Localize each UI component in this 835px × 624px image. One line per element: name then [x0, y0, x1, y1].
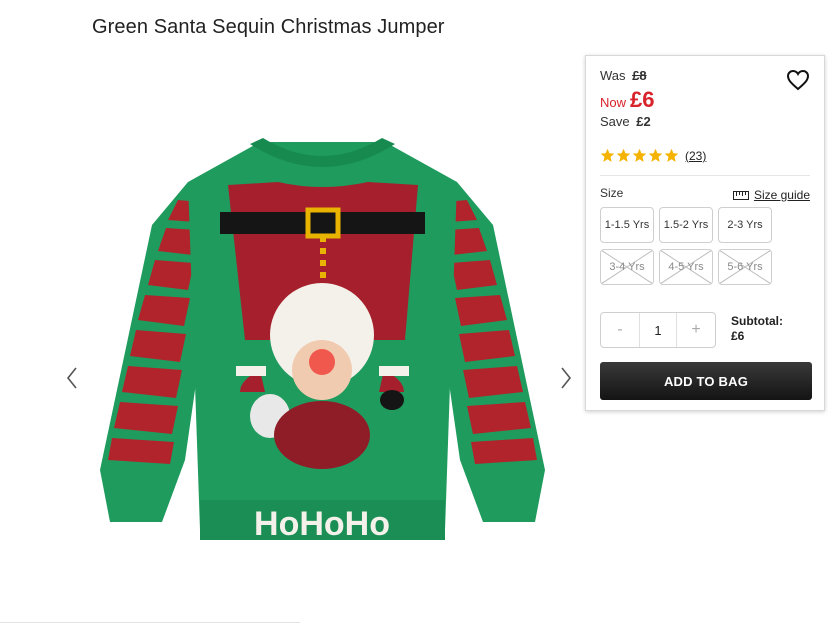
heart-icon — [786, 69, 810, 91]
size-option-label: 5-6 Yrs — [727, 261, 763, 273]
size-option-label: 4-5 Yrs — [668, 261, 704, 273]
now-label: Now — [600, 95, 627, 110]
star-icon — [632, 148, 647, 162]
buy-box: Was £8 Now £6 Save £2 (23) Size Size gui… — [585, 55, 825, 411]
chevron-right-icon — [561, 367, 572, 389]
star-icon — [600, 148, 615, 162]
review-count-link[interactable]: (23) — [685, 149, 706, 163]
santa-belt — [220, 212, 425, 234]
size-option: 5-6 Yrs — [718, 249, 772, 285]
size-option[interactable]: 1-1.5 Yrs — [600, 207, 654, 243]
size-label: Size — [600, 186, 624, 200]
quantity-increase-button[interactable]: + — [677, 313, 715, 347]
hohoho-text: HoHoHo — [254, 505, 390, 543]
gallery-prev-button[interactable] — [62, 364, 82, 392]
subtotal-label: Subtotal: — [731, 314, 783, 328]
was-value: £8 — [632, 68, 647, 83]
sequin-bauble — [274, 401, 370, 469]
subtotal-value: £6 — [731, 329, 745, 343]
gallery-next-button[interactable] — [556, 364, 576, 392]
now-value: £6 — [630, 87, 655, 112]
subtotal: Subtotal: £6 — [731, 314, 783, 344]
quantity-decrease-button[interactable]: - — [601, 313, 639, 347]
star-icon — [616, 148, 631, 162]
quantity-stepper: - 1 + — [600, 312, 716, 348]
product-gallery: HoHoHo — [60, 120, 585, 600]
product-title: Green Santa Sequin Christmas Jumper — [92, 16, 445, 38]
save-amount: Save £2 — [600, 114, 655, 129]
save-value: £2 — [636, 114, 651, 129]
size-option-label: 3-4 Yrs — [609, 261, 645, 273]
size-option[interactable]: 1.5-2 Yrs — [659, 207, 713, 243]
wishlist-button[interactable] — [786, 69, 810, 91]
star-icon — [664, 148, 679, 162]
section-divider — [0, 622, 300, 623]
size-option: 4-5 Yrs — [659, 249, 713, 285]
product-rating: (23) — [600, 148, 706, 163]
size-option: 3-4 Yrs — [600, 249, 654, 285]
now-price: Now £6 — [600, 87, 655, 115]
size-guide-link[interactable]: Size guide — [732, 188, 810, 202]
quantity-input[interactable]: 1 — [639, 313, 677, 347]
rating-stars — [600, 148, 680, 163]
save-label: Save — [600, 114, 630, 129]
ruler-icon — [732, 190, 749, 200]
size-option-label: 1-1.5 Yrs — [604, 219, 650, 231]
divider — [600, 175, 810, 176]
size-option-label: 1.5-2 Yrs — [663, 219, 709, 231]
size-option[interactable]: 2-3 Yrs — [718, 207, 772, 243]
was-label: Was — [600, 68, 626, 83]
was-price: Was £8 — [600, 68, 655, 85]
star-icon — [648, 148, 663, 162]
add-to-bag-button[interactable]: ADD TO BAG — [600, 362, 812, 400]
chevron-left-icon — [66, 367, 77, 389]
product-image: HoHoHo — [100, 138, 545, 543]
size-guide-label: Size guide — [753, 188, 810, 202]
price-block: Was £8 Now £6 Save £2 — [600, 68, 655, 129]
size-option-label: 2-3 Yrs — [727, 219, 763, 231]
